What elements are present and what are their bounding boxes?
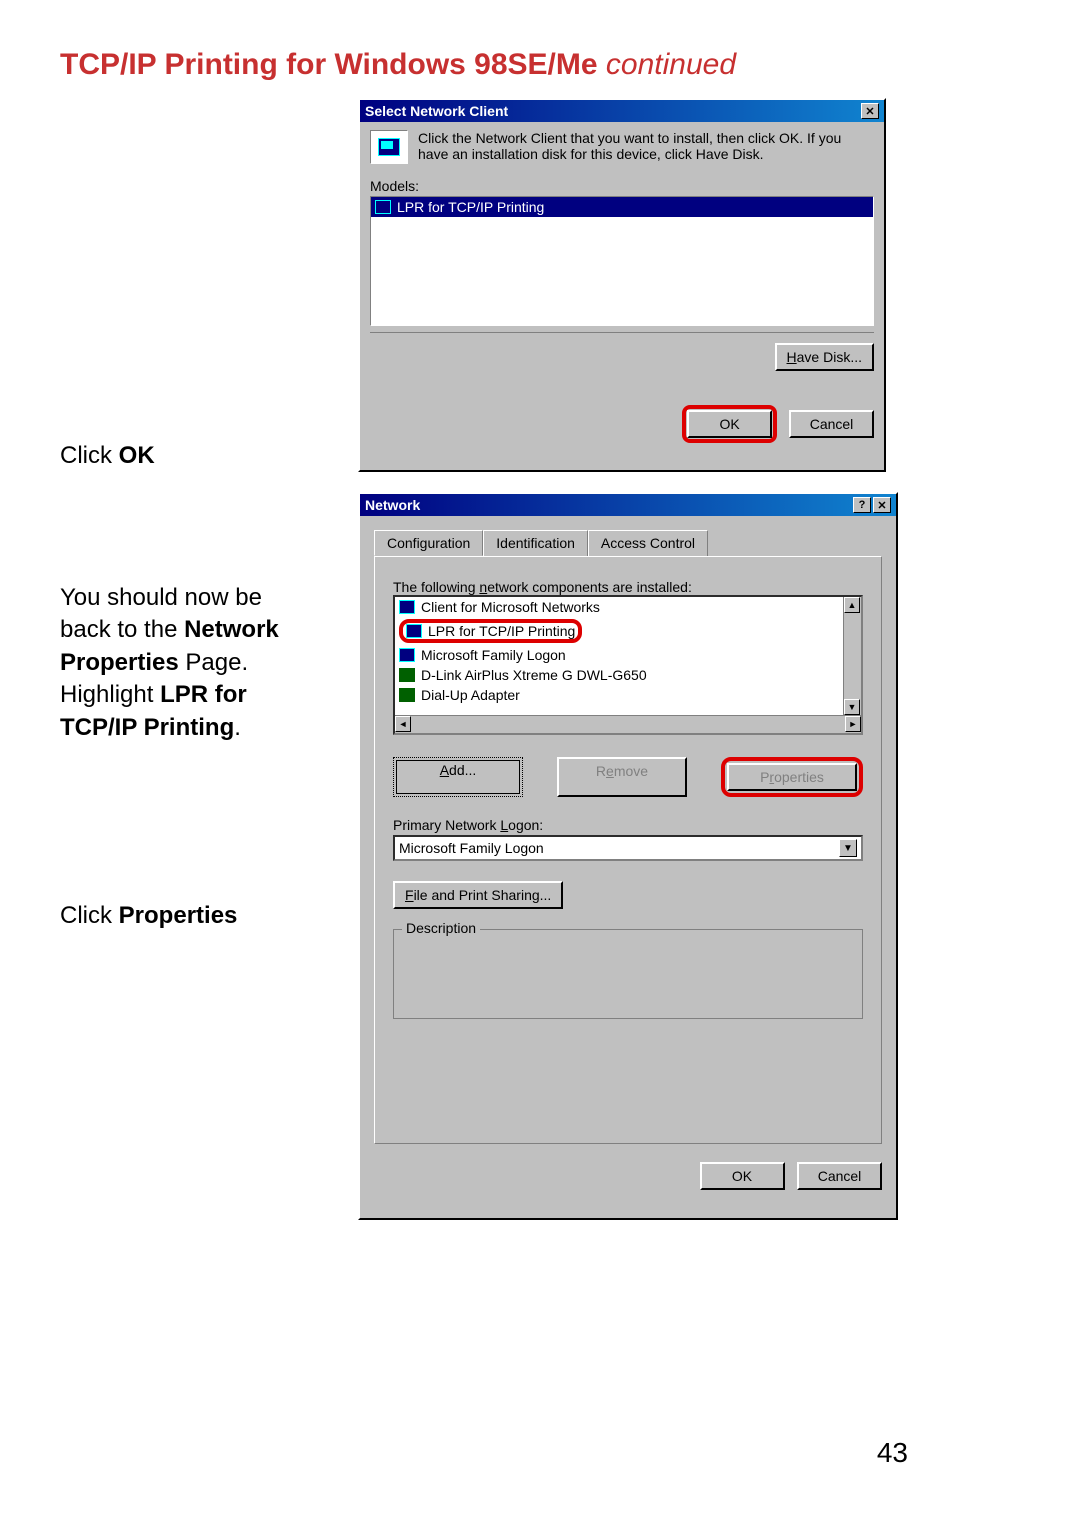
have-disk-button[interactable]: Have Disk... [775, 343, 874, 371]
list-item[interactable]: D-Link AirPlus Xtreme G DWL-G650 [395, 665, 861, 685]
dialog1-info-text: Click the Network Client that you want t… [418, 130, 874, 164]
tab-access-control[interactable]: Access Control [588, 530, 708, 556]
components-label: The following network components are ins… [393, 579, 863, 595]
remove-button[interactable]: Remove [557, 757, 687, 797]
model-item-lpr[interactable]: LPR for TCP/IP Printing [371, 197, 873, 217]
text-bold: LPR for [160, 681, 247, 708]
lpr-highlight: LPR for TCP/IP Printing [399, 619, 582, 643]
dialog2-title: Network [365, 497, 420, 513]
scroll-down-icon[interactable]: ▼ [844, 699, 860, 715]
description-fieldset: Description [393, 929, 863, 1019]
list-item-label: Microsoft Family Logon [421, 647, 566, 663]
page-title: TCP/IP Printing for Windows 98SE/Me cont… [60, 48, 736, 82]
page-number: 43 [877, 1437, 908, 1469]
instruction-click-properties: Click Properties [60, 900, 237, 932]
page-title-continued: continued [606, 48, 736, 81]
text-bold: Properties [119, 902, 238, 929]
network-client-icon [370, 130, 408, 164]
text: Click [60, 902, 119, 929]
list-item[interactable]: Microsoft Family Logon [395, 645, 861, 665]
dialog2-tabs: Configuration Identification Access Cont… [374, 530, 882, 556]
scroll-right-icon[interactable]: ► [845, 716, 861, 732]
model-item-label: LPR for TCP/IP Printing [397, 199, 544, 215]
tab-configuration[interactable]: Configuration [374, 530, 483, 556]
list-item-label: Client for Microsoft Networks [421, 599, 600, 615]
chevron-down-icon[interactable]: ▼ [839, 839, 857, 857]
list-item-label: LPR for TCP/IP Printing [428, 623, 575, 639]
help-icon[interactable]: ? [853, 497, 871, 513]
client-icon [406, 624, 422, 638]
text-bold: OK [119, 442, 155, 469]
text: back to the [60, 616, 184, 643]
text-bold: TCP/IP Printing [60, 714, 234, 741]
models-label: Models: [370, 178, 874, 194]
adapter-icon [399, 688, 415, 702]
ok-highlight: OK [682, 405, 777, 443]
list-item-lpr[interactable]: LPR for TCP/IP Printing [395, 617, 861, 645]
ok-button[interactable]: OK [687, 410, 772, 438]
file-print-sharing-button[interactable]: File and Print Sharing... [393, 881, 563, 909]
network-properties-dialog: Network ? ✕ Configuration Identification… [358, 492, 898, 1220]
configuration-panel: The following network components are ins… [374, 556, 882, 1144]
text: Click [60, 442, 119, 469]
text: . [234, 714, 241, 741]
text-bold: Network [184, 616, 279, 643]
text: You should now be [60, 584, 262, 611]
text: Page. [185, 649, 248, 676]
text: Highlight [60, 681, 160, 708]
instruction-back-to-network: You should now be back to the Network Pr… [60, 582, 320, 744]
primary-logon-label: Primary Network Logon: [393, 817, 863, 833]
list-item[interactable]: Client for Microsoft Networks [395, 597, 861, 617]
client-icon [399, 648, 415, 662]
primary-logon-combo[interactable]: Microsoft Family Logon ▼ [393, 835, 863, 861]
adapter-icon [399, 668, 415, 682]
client-icon [399, 600, 415, 614]
cancel-button[interactable]: Cancel [789, 410, 874, 438]
ok-button[interactable]: OK [700, 1162, 785, 1190]
components-listbox[interactable]: Client for Microsoft Networks LPR for TC… [393, 595, 863, 735]
add-button[interactable]: Add... [393, 757, 523, 797]
properties-highlight: Properties [721, 757, 863, 797]
dialog1-info: Click the Network Client that you want t… [370, 130, 874, 164]
tab-identification[interactable]: Identification [483, 530, 588, 556]
select-network-client-dialog: Select Network Client ✕ Click the Networ… [358, 98, 886, 472]
close-icon[interactable]: ✕ [873, 497, 891, 513]
models-listbox[interactable]: LPR for TCP/IP Printing [370, 196, 874, 326]
vertical-scrollbar[interactable]: ▲ ▼ [843, 597, 861, 715]
scroll-up-icon[interactable]: ▲ [844, 597, 860, 613]
description-legend: Description [402, 920, 480, 936]
page-title-main: TCP/IP Printing for Windows 98SE/Me [60, 48, 606, 81]
dialog1-titlebar: Select Network Client ✕ [360, 100, 884, 122]
client-icon [375, 200, 391, 214]
properties-button[interactable]: Properties [727, 763, 857, 791]
instruction-click-ok: Click OK [60, 440, 155, 472]
cancel-button[interactable]: Cancel [797, 1162, 882, 1190]
list-item[interactable]: Dial-Up Adapter [395, 685, 861, 705]
dialog1-title: Select Network Client [365, 103, 508, 119]
scroll-left-icon[interactable]: ◄ [395, 716, 411, 732]
list-item-label: Dial-Up Adapter [421, 687, 520, 703]
combo-value: Microsoft Family Logon [399, 840, 544, 856]
list-item-label: D-Link AirPlus Xtreme G DWL-G650 [421, 667, 647, 683]
text-bold: Properties [60, 649, 185, 676]
close-icon[interactable]: ✕ [861, 103, 879, 119]
dialog2-titlebar: Network ? ✕ [360, 494, 896, 516]
horizontal-scrollbar[interactable]: ◄ ► [395, 715, 861, 733]
